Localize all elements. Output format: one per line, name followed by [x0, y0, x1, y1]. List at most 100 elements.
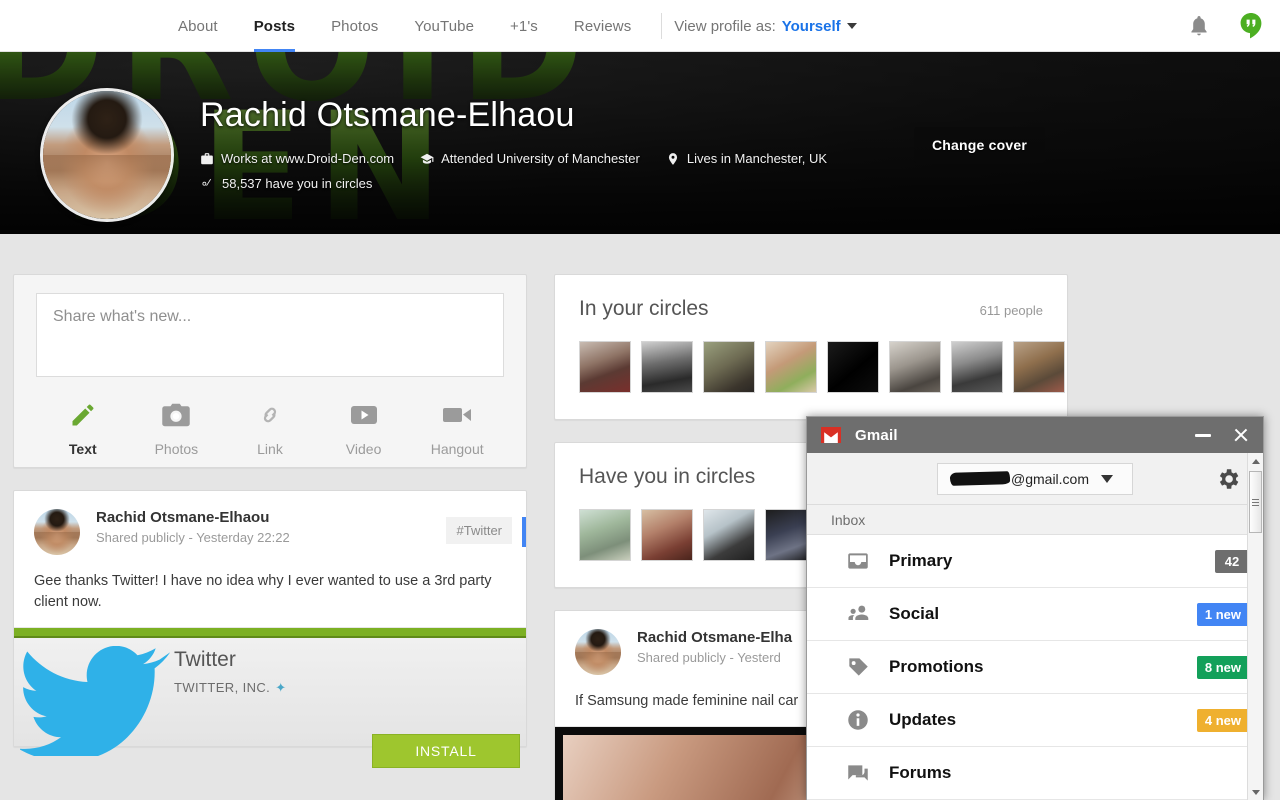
scroll-up-arrow-icon[interactable] — [1248, 453, 1263, 469]
post-author-name[interactable]: Rachid Otsmane-Elhaou — [96, 509, 290, 526]
gear-icon[interactable] — [1215, 466, 1241, 497]
tab-label: About — [178, 17, 218, 35]
tab-plus-ones[interactable]: +1's — [492, 0, 556, 52]
person-thumb-2[interactable] — [641, 341, 693, 393]
pencil-icon — [36, 399, 130, 431]
thumb-image — [952, 342, 1002, 392]
embed-content: Twitter TWITTER, INC. ✦ INSTALL — [14, 638, 526, 768]
tab-about[interactable]: About — [160, 0, 236, 52]
gmail-row-badge: 1 new — [1196, 602, 1249, 626]
profile-avatar[interactable] — [40, 88, 174, 222]
share-action-label: Video — [345, 441, 382, 457]
cover-photo-area[interactable]: DROID DEN Rachid Otsmane-Elhaou Works at… — [0, 52, 1280, 234]
account-selector[interactable]: @gmail.com — [937, 462, 1133, 495]
tab-photos[interactable]: Photos — [313, 0, 396, 52]
briefcase-icon — [201, 152, 213, 164]
post-author-block: Rachid Otsmane-Elha Shared publicly - Ye… — [637, 629, 792, 665]
person-thumb-10[interactable] — [641, 509, 693, 561]
thumb-image — [580, 342, 630, 392]
scrollbar-thumb[interactable] — [1249, 471, 1262, 533]
gmail-title-bar[interactable]: Gmail — [807, 417, 1263, 453]
embed-top-bar — [14, 628, 526, 638]
gmail-row-updates[interactable]: Updates 4 new — [807, 694, 1263, 747]
person-thumb-3[interactable] — [703, 341, 755, 393]
minimize-icon[interactable] — [1195, 433, 1211, 437]
person-thumb-11[interactable] — [703, 509, 755, 561]
share-action-label: Link — [257, 441, 283, 457]
profile-meta-location-text: Lives in Manchester, UK — [686, 151, 828, 166]
twitter-bird-icon — [20, 646, 170, 756]
gmail-window-title: Gmail — [855, 426, 898, 444]
gmail-row-label: Promotions — [889, 657, 984, 676]
profile-identity-block: Rachid Otsmane-Elhaou Works at www.Droid… — [200, 96, 827, 191]
notifications-bell-icon[interactable] — [1188, 14, 1210, 38]
hangouts-icon[interactable] — [1238, 12, 1264, 40]
share-input[interactable]: Share what's new... — [36, 293, 504, 377]
person-thumb-8[interactable] — [1013, 341, 1065, 393]
video-play-icon — [317, 399, 411, 431]
video-camera-icon — [410, 399, 504, 431]
tab-posts[interactable]: Posts — [236, 0, 313, 52]
person-thumb-1[interactable] — [579, 341, 631, 393]
post-card-left: Rachid Otsmane-Elhaou Shared publicly - … — [13, 490, 527, 768]
gmail-account-bar: @gmail.com — [807, 453, 1263, 505]
person-thumb-7[interactable] — [951, 341, 1003, 393]
post-author-avatar[interactable] — [575, 629, 621, 675]
page-title: Rachid Otsmane-Elhaou — [200, 96, 575, 134]
embed-app-title: Twitter — [174, 648, 236, 671]
gmail-section-label: Inbox — [807, 505, 1263, 535]
post-body-text: Gee thanks Twitter! I have no idea why I… — [34, 573, 492, 610]
thumb-image — [766, 342, 816, 392]
post-author-avatar[interactable] — [34, 509, 80, 555]
gmail-scrollbar[interactable] — [1247, 453, 1263, 800]
gmail-row-badge: 4 new — [1196, 708, 1249, 732]
share-action-label: Hangout — [430, 441, 484, 457]
nav-right-icons — [1188, 0, 1264, 52]
scroll-down-arrow-icon[interactable] — [1248, 784, 1263, 800]
nav-divider — [661, 13, 663, 39]
gmail-row-label: Social — [889, 604, 940, 623]
profile-meta-work-text: Works at www.Droid-Den.com — [221, 151, 395, 166]
view-profile-as-value[interactable]: Yourself — [782, 18, 841, 35]
play-store-embed[interactable]: Twitter TWITTER, INC. ✦ INSTALL — [14, 627, 526, 768]
profile-meta-location[interactable]: Lives in Manchester, UK — [666, 151, 827, 166]
post-meta: Shared publicly - Yesterd — [637, 650, 781, 665]
share-action-photos[interactable]: Photos — [130, 399, 224, 457]
person-thumb-9[interactable] — [579, 509, 631, 561]
gmail-row-forums[interactable]: Forums — [807, 747, 1263, 800]
thumb-image — [704, 342, 754, 392]
thumb-image — [642, 342, 692, 392]
chevron-down-icon[interactable] — [846, 23, 857, 29]
post-author-name[interactable]: Rachid Otsmane-Elha — [637, 629, 792, 646]
gmail-row-social[interactable]: Social 1 new — [807, 588, 1263, 641]
change-cover-button[interactable]: Change cover — [914, 127, 1045, 163]
close-icon[interactable] — [1233, 427, 1249, 443]
google-plus-profile-page: About Posts Photos YouTube +1's Reviews … — [0, 0, 1280, 800]
profile-meta-education-text: Attended University of Manchester — [441, 151, 640, 166]
install-button[interactable]: INSTALL — [372, 734, 520, 768]
in-your-circles-count: 611 people — [979, 303, 1043, 318]
profile-meta-work[interactable]: Works at www.Droid-Den.com — [200, 151, 394, 166]
post-hashtag[interactable]: #Twitter — [446, 517, 512, 544]
profile-circles-row[interactable]: 58,537 have you in circles — [200, 176, 827, 191]
tab-youtube[interactable]: YouTube — [396, 0, 492, 52]
share-action-hangout[interactable]: Hangout — [410, 399, 504, 457]
price-tag-icon — [845, 654, 871, 680]
person-thumb-4[interactable] — [765, 341, 817, 393]
profile-circles-text: 58,537 have you in circles — [222, 176, 373, 191]
share-action-video[interactable]: Video — [317, 399, 411, 457]
chevron-down-icon[interactable] — [1101, 474, 1114, 483]
in-your-circles-card: In your circles 611 people — [554, 274, 1068, 420]
person-thumb-5[interactable] — [827, 341, 879, 393]
profile-meta-education[interactable]: Attended University of Manchester — [420, 151, 640, 166]
gmail-row-promotions[interactable]: Promotions 8 new — [807, 641, 1263, 694]
share-action-link[interactable]: Link — [223, 399, 317, 457]
thumb-image — [890, 342, 940, 392]
tab-reviews[interactable]: Reviews — [556, 0, 649, 52]
inbox-tray-icon — [845, 548, 871, 574]
post-accent-bar — [522, 517, 526, 547]
share-action-text[interactable]: Text — [36, 399, 130, 457]
gmail-row-primary[interactable]: Primary 42 — [807, 535, 1263, 588]
person-thumb-6[interactable] — [889, 341, 941, 393]
tab-label: YouTube — [414, 17, 475, 35]
